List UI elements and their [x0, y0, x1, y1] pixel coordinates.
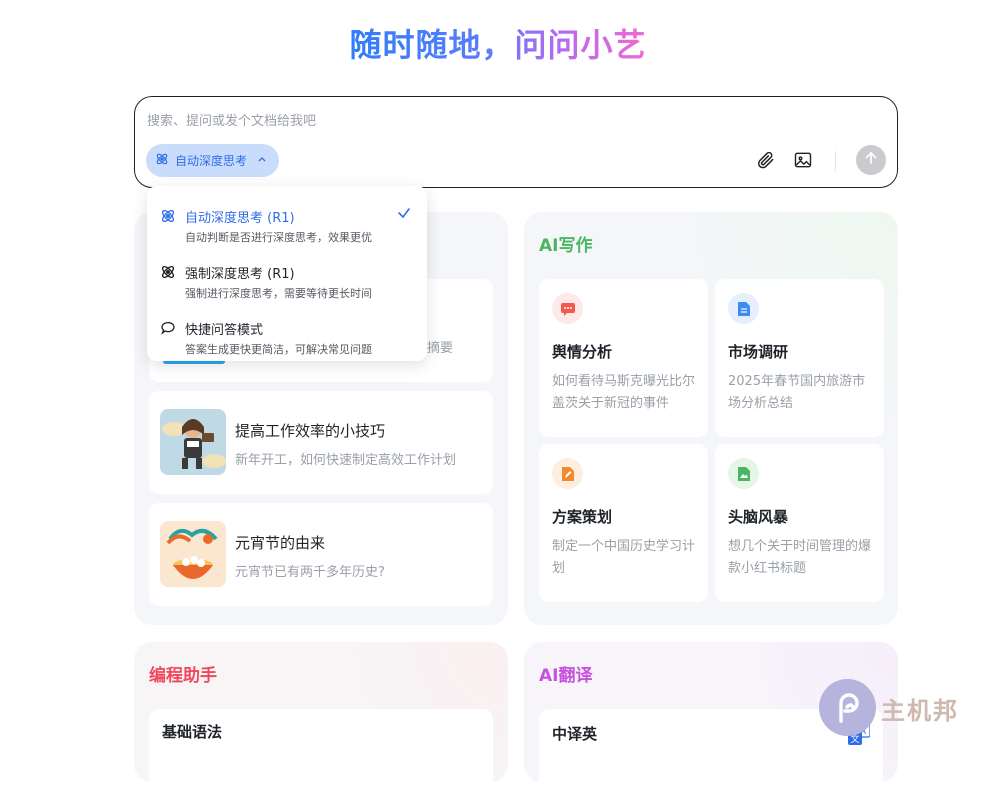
- coding-assistant-card: 编程助手 基础语法: [134, 642, 508, 789]
- chat-bubble-icon: [160, 320, 176, 336]
- chat-input-box[interactable]: 搜索、提问或发个文档给我吧 自动深度思考: [134, 96, 898, 188]
- tile-title: 方案策划: [552, 508, 613, 526]
- list-item-subtitle: 摘要: [427, 341, 454, 356]
- ai-translate-title: AI翻译: [539, 666, 593, 686]
- mode-option-auto-deep-thinking[interactable]: 自动深度思考 (R1) 自动判断是否进行深度思考，效果更优: [147, 194, 427, 250]
- edit-doc-icon: [552, 458, 583, 489]
- send-button[interactable]: [856, 145, 886, 175]
- tile-market-research[interactable]: 市场调研 2025年春节国内旅游市场分析总结: [715, 279, 884, 437]
- atom-icon: [160, 264, 176, 280]
- tile-plan[interactable]: 方案策划 制定一个中国历史学习计划: [539, 444, 708, 602]
- list-item-title: 提高工作效率的小技巧: [235, 422, 386, 440]
- office-worker-thumbnail: [160, 409, 226, 475]
- tile-title: 舆情分析: [552, 343, 613, 361]
- tile-brainstorm[interactable]: 头脑风暴 想几个关于时间管理的爆款小红书标题: [715, 444, 884, 602]
- tile-subtitle: 想几个关于时间管理的爆款小红书标题: [728, 539, 872, 576]
- tile-title: 市场调研: [728, 343, 789, 361]
- paperclip-icon[interactable]: [755, 149, 777, 171]
- mode-option-label: 快捷问答模式: [185, 323, 264, 338]
- tile-subtitle: 如何看待马斯克曝光比尔盖茨关于新冠的事件: [552, 374, 696, 411]
- chevron-up-icon: [257, 154, 267, 167]
- tile-sentiment-analysis[interactable]: 舆情分析 如何看待马斯克曝光比尔盖茨关于新冠的事件: [539, 279, 708, 437]
- mode-option-quick-answer[interactable]: 快捷问答模式 答案生成更快更简洁，可解决常见问题: [147, 306, 427, 362]
- list-item[interactable]: 提高工作效率的小技巧 新年开工，如何快速制定高效工作计划: [149, 391, 493, 494]
- document-icon: [728, 293, 759, 324]
- coding-assistant-title: 编程助手: [149, 666, 217, 686]
- mode-option-label: 自动深度思考 (R1): [185, 211, 295, 226]
- thinking-mode-dropdown: 自动深度思考 (R1) 自动判断是否进行深度思考，效果更优 强制深度思考 (R1…: [147, 186, 427, 361]
- lantern-festival-thumbnail: [160, 521, 226, 587]
- coding-item-basic-syntax[interactable]: 基础语法: [149, 709, 493, 789]
- ai-writing-title: AI写作: [539, 236, 593, 256]
- hero-title: 随时随地，问问小艺: [349, 26, 647, 64]
- thinking-mode-label: 自动深度思考: [175, 154, 248, 168]
- list-item-subtitle: 新年开工，如何快速制定高效工作计划: [235, 453, 457, 468]
- list-item-subtitle: 元宵节已有两千多年历史?: [235, 565, 385, 580]
- mode-option-forced-deep-thinking[interactable]: 强制深度思考 (R1) 强制进行深度思考，需要等待更长时间: [147, 250, 427, 306]
- ai-writing-card: AI写作 舆情分析 如何看待马斯克曝光比尔盖茨关于新冠的事件 市场调研 2025…: [524, 212, 898, 625]
- toolbar-divider: [835, 151, 836, 171]
- tile-title: 头脑风暴: [728, 508, 789, 526]
- image-icon[interactable]: [792, 149, 814, 171]
- translate-item-title: 中译英: [552, 725, 598, 743]
- mode-option-desc: 自动判断是否进行深度思考，效果更优: [185, 231, 372, 244]
- coding-item-title: 基础语法: [162, 723, 223, 741]
- atom-icon: [160, 208, 176, 224]
- image-doc-icon: [728, 458, 759, 489]
- checkmark-icon: [397, 206, 411, 224]
- mode-option-desc: 答案生成更快更简洁，可解决常见问题: [185, 343, 372, 356]
- watermark-logo-icon: [819, 679, 876, 736]
- mode-option-desc: 强制进行深度思考，需要等待更长时间: [185, 287, 372, 300]
- thinking-mode-button[interactable]: 自动深度思考: [146, 144, 280, 177]
- atom-icon: [155, 152, 169, 169]
- watermark-text: 主机邦: [881, 697, 959, 725]
- list-item-title: 元宵节的由来: [235, 534, 326, 552]
- chat-alert-icon: [552, 293, 583, 324]
- arrow-up-icon: [863, 150, 879, 170]
- watermark-logo: 主机邦: [819, 679, 984, 739]
- list-item[interactable]: 元宵节的由来 元宵节已有两千多年历史?: [149, 503, 493, 606]
- chat-input-placeholder[interactable]: 搜索、提问或发个文档给我吧: [147, 110, 316, 129]
- tile-subtitle: 2025年春节国内旅游市场分析总结: [728, 374, 866, 411]
- tile-subtitle: 制定一个中国历史学习计划: [552, 539, 696, 576]
- mode-option-label: 强制深度思考 (R1): [185, 267, 295, 282]
